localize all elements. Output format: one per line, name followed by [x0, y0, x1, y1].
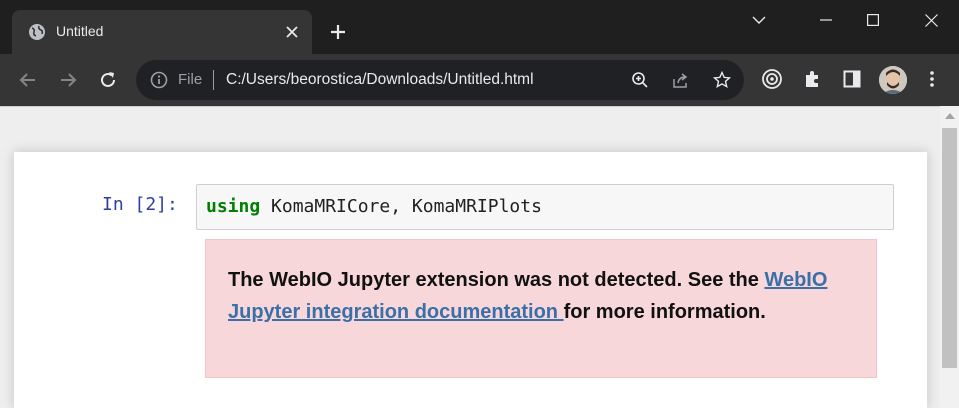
plus-icon[interactable] — [326, 20, 350, 44]
close-icon[interactable] — [282, 22, 302, 42]
window-close-icon[interactable] — [908, 4, 954, 36]
minimize-icon[interactable] — [803, 4, 849, 36]
tab-title: Untitled — [56, 23, 104, 39]
puzzle-icon[interactable] — [800, 67, 824, 91]
divider — [213, 70, 214, 90]
browser-toolbar: File C:/Users/beorostica/Downloads/Untit… — [0, 54, 959, 106]
scheme-label: File — [178, 71, 203, 88]
address-bar[interactable]: File C:/Users/beorostica/Downloads/Untit… — [136, 60, 744, 100]
globe-icon — [28, 23, 46, 41]
reload-icon[interactable] — [94, 66, 122, 94]
browser-tab[interactable]: Untitled — [12, 10, 312, 54]
side-panel-icon[interactable] — [840, 67, 864, 91]
info-icon[interactable] — [150, 71, 168, 89]
target-icon[interactable] — [760, 67, 784, 91]
page-viewport: In [2]: using KomaMRICore, KomaMRIPlots … — [0, 106, 959, 408]
code-line: using KomaMRICore, KomaMRIPlots — [206, 196, 542, 217]
star-icon[interactable] — [712, 70, 732, 90]
browser-titlebar: Untitled — [0, 0, 959, 54]
back-arrow-icon[interactable] — [14, 66, 42, 94]
cell-prompt: In [2]: — [102, 194, 178, 215]
maximize-icon[interactable] — [850, 4, 896, 36]
forward-arrow-icon[interactable] — [54, 66, 82, 94]
divider — [0, 106, 940, 107]
alert-text-after: for more information. — [563, 301, 766, 323]
vertical-scrollbar[interactable] — [940, 106, 959, 408]
scroll-up-icon[interactable] — [945, 113, 955, 119]
share-icon[interactable] — [671, 70, 691, 90]
zoom-icon[interactable] — [630, 70, 650, 90]
code-keyword: using — [206, 196, 261, 217]
scrollbar-thumb[interactable] — [942, 128, 957, 368]
notebook-container: In [2]: using KomaMRICore, KomaMRIPlots … — [14, 152, 927, 408]
code-text: KomaMRICore, KomaMRIPlots — [260, 196, 542, 217]
chevron-down-icon[interactable] — [736, 4, 782, 36]
code-cell-input[interactable]: using KomaMRICore, KomaMRIPlots — [196, 184, 894, 230]
alert-text-before: The WebIO Jupyter extension was not dete… — [228, 269, 765, 291]
kebab-menu-icon[interactable] — [920, 67, 944, 91]
output-alert: The WebIO Jupyter extension was not dete… — [205, 239, 877, 378]
avatar[interactable] — [879, 66, 907, 94]
alert-message: The WebIO Jupyter extension was not dete… — [228, 264, 848, 328]
url-text[interactable]: C:/Users/beorostica/Downloads/Untitled.h… — [226, 71, 534, 89]
